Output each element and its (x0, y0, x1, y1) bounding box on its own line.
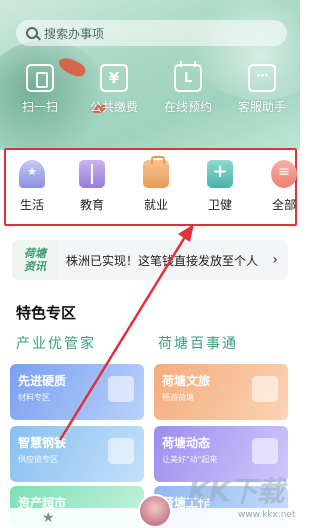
medical-kit-icon (207, 160, 233, 188)
section-subtitle-left: 产业优管家 (16, 336, 96, 352)
quick-action-payment[interactable]: 公共缴费 (79, 64, 149, 115)
quick-action-label: 公共缴费 (89, 100, 138, 114)
watermark-url: www.kkx.net (238, 510, 296, 520)
quick-actions: 扫一扫 公共缴费 在线预约 客服助手 (0, 61, 300, 124)
watermark-logo: KK下载 (188, 475, 284, 508)
search-placeholder: 搜索办事项 (44, 26, 105, 41)
scan-icon (26, 64, 54, 92)
category-label: 教育 (79, 198, 104, 212)
chat-bubble-icon (248, 64, 276, 92)
category-label: 全部 (271, 198, 296, 212)
news-tag-line: 资讯 (24, 260, 46, 273)
quick-action-label: 扫一扫 (21, 100, 58, 114)
search-bar[interactable]: 搜索办事项 (16, 20, 287, 46)
section-subtitle-right: 荷塘百事通 (158, 336, 238, 352)
menu-icon (271, 160, 297, 188)
quick-action-label: 在线预约 (163, 100, 212, 114)
category-label: 卫健 (207, 198, 232, 212)
quick-action-appointment[interactable]: 在线预约 (153, 61, 223, 115)
materials-icon (108, 376, 134, 402)
star-icon[interactable]: ★ (42, 510, 55, 526)
news-banner[interactable]: 荷塘 资讯 株洲已实现！这笔钱直接发放至个人 › (12, 240, 288, 280)
chart-board-icon (252, 438, 278, 464)
section-title: 特色专区 (16, 304, 77, 322)
header-banner: 搜索办事项 扫一扫 公共缴费 在线预约 客服助手 (0, 0, 300, 150)
quick-action-label: 客服助手 (237, 100, 286, 114)
steel-beam-icon (108, 438, 134, 464)
chevron-right-icon: › (272, 252, 278, 268)
quick-action-customer-service[interactable]: 客服助手 (227, 64, 297, 115)
category-label: 就业 (143, 198, 168, 212)
news-tag: 荷塘 资讯 (12, 240, 58, 280)
avatar[interactable] (138, 494, 172, 528)
yen-wallet-icon (100, 64, 128, 92)
category-all[interactable]: 全部 (254, 160, 314, 213)
book-icon (79, 160, 105, 188)
category-employment[interactable]: 就业 (126, 156, 186, 213)
news-tag-line: 荷塘 (24, 247, 46, 260)
search-icon (26, 27, 38, 39)
briefcase-icon (143, 156, 169, 188)
category-label: 生活 (19, 198, 44, 212)
card-culture-tourism[interactable]: 荷塘文旅 畅游荷塘 (154, 364, 288, 420)
category-health[interactable]: 卫健 (190, 160, 250, 213)
home-star-icon (19, 160, 45, 188)
card-smart-steel[interactable]: 智慧钢铁 供应链专区 (10, 426, 144, 482)
calendar-icon (174, 61, 202, 92)
card-advanced-materials[interactable]: 先进硬质 材料专区 (10, 364, 144, 420)
category-life[interactable]: 生活 (2, 160, 62, 213)
news-headline: 株洲已实现！这笔钱直接发放至个人 (66, 253, 259, 268)
map-pin-icon (252, 376, 278, 402)
quick-action-scan[interactable]: 扫一扫 (5, 64, 75, 115)
category-education[interactable]: 教育 (62, 160, 122, 213)
category-row: 生活 教育 就业 卫健 全部 (4, 148, 297, 226)
